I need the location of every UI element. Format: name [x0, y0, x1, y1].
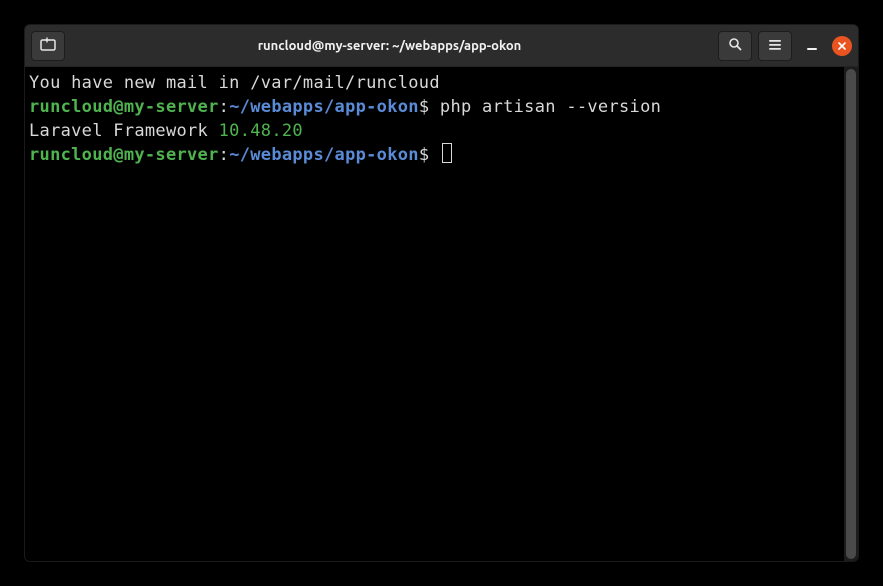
new-tab-icon [40, 36, 56, 55]
command-output-prefix: Laravel Framework [29, 121, 219, 141]
terminal-output[interactable]: You have new mail in /var/mail/runcloud … [25, 67, 844, 561]
hamburger-icon [768, 36, 782, 55]
terminal-area-wrap: You have new mail in /var/mail/runcloud … [25, 67, 858, 561]
cursor [442, 143, 452, 163]
search-button[interactable] [718, 31, 752, 61]
minimize-icon [807, 48, 817, 50]
close-icon [837, 41, 847, 51]
window-title: runcloud@my-server: ~/webapps/app-okon [69, 39, 710, 53]
search-icon [728, 36, 742, 55]
titlebar-right-group [718, 31, 852, 61]
prompt-userhost: runcloud@my-server [29, 97, 219, 117]
mail-notice: You have new mail in /var/mail/runcloud [29, 73, 440, 93]
command-output-version: 10.48.20 [219, 121, 303, 141]
new-tab-button[interactable] [31, 31, 65, 61]
terminal-window: runcloud@my-server: ~/webapps/app-okon [24, 24, 859, 562]
prompt-sep: : [219, 97, 230, 117]
close-button[interactable] [832, 36, 852, 56]
prompt-dollar: $ [419, 97, 440, 117]
typed-command: php artisan --version [440, 97, 661, 117]
prompt-userhost: runcloud@my-server [29, 145, 219, 165]
scrollbar[interactable] [844, 67, 858, 561]
minimize-button[interactable] [798, 32, 826, 60]
prompt-dollar: $ [419, 145, 440, 165]
titlebar: runcloud@my-server: ~/webapps/app-okon [25, 25, 858, 67]
prompt-sep: : [219, 145, 230, 165]
prompt-path: ~/webapps/app-okon [229, 145, 419, 165]
scrollbar-thumb[interactable] [846, 69, 856, 559]
menu-button[interactable] [758, 31, 792, 61]
prompt-path: ~/webapps/app-okon [229, 97, 419, 117]
